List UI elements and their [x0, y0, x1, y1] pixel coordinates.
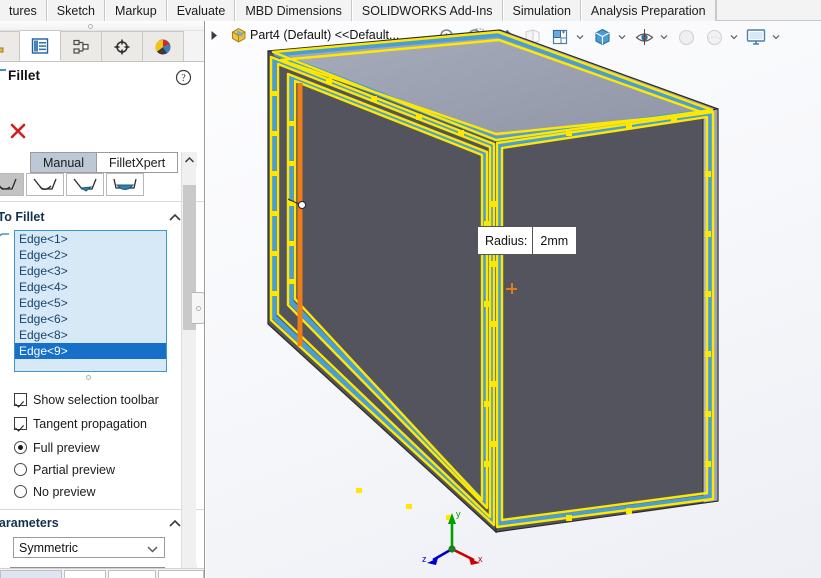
ribbon-tab-simulation[interactable]: Simulation [502, 0, 581, 21]
dimxpert-manager-tab[interactable] [102, 31, 143, 61]
ribbon-tab-markup[interactable]: Markup [105, 0, 167, 21]
chevron-up-icon[interactable] [168, 212, 182, 227]
property-list-icon [30, 36, 50, 56]
grip-dot-icon [88, 23, 93, 29]
fillet-parameters-section-header[interactable]: et Parameters [0, 516, 188, 534]
ribbon-tab-evaluate[interactable]: Evaluate [166, 0, 236, 21]
ribbon-tab-solidworks-add-ins[interactable]: SOLIDWORKS Add-Ins [351, 0, 503, 21]
ribbon-tab-filler [715, 0, 821, 20]
full-round-fillet-button[interactable] [106, 173, 144, 196]
list-item[interactable]: Edge<5> [15, 295, 166, 311]
list-resize-grip[interactable] [86, 375, 91, 380]
panel-splitter-handle[interactable] [192, 292, 204, 324]
radius-callout-value[interactable]: 2mm [532, 227, 576, 254]
solidworks-window: tures Sketch Markup Evaluate MBD Dimensi… [0, 0, 821, 578]
scrollbar-up-button[interactable] [182, 152, 197, 167]
display-manager-tab[interactable] [143, 31, 184, 61]
question-mark-icon[interactable]: ? [175, 69, 192, 89]
list-item[interactable]: Edge<6> [15, 311, 166, 327]
cancel-button[interactable] [8, 121, 28, 141]
property-manager-header: Fillet ? [0, 64, 204, 92]
configuration-icon [71, 37, 91, 57]
3d-model-preview[interactable] [206, 21, 821, 578]
property-manager-panel: Fillet ? Manual FilletXpert o Fillet Edg… [0, 21, 205, 578]
doc-tab-motion-study[interactable] [108, 570, 156, 578]
section-divider [0, 509, 204, 510]
chevron-down-icon[interactable] [146, 543, 159, 557]
list-item[interactable]: Edge<3> [15, 263, 166, 279]
fillet-mode-toggle: Manual FilletXpert [30, 152, 179, 173]
items-to-fillet-section-header[interactable]: ms To Fillet [0, 210, 188, 228]
manual-mode-button[interactable]: Manual [31, 153, 96, 172]
list-item[interactable]: Edge<4> [15, 279, 166, 295]
list-item[interactable]: Edge<2> [15, 247, 166, 263]
variable-size-fillet-button[interactable] [26, 173, 64, 196]
list-item-selected[interactable]: Edge<9> [15, 343, 166, 359]
crosshair-target-icon [112, 37, 132, 57]
graphics-viewport[interactable]: Part4 (Default) <<Default... Radius: 2mm… [206, 21, 821, 578]
ribbon-tab-analysis-preparation[interactable]: Analysis Preparation [580, 0, 716, 21]
property-manager-tab[interactable] [20, 30, 61, 61]
radius-callout-label: Radius: [485, 233, 528, 248]
chevron-up-icon[interactable] [168, 518, 182, 533]
full-preview-radio[interactable]: Full preview [14, 439, 100, 456]
no-preview-label: No preview [33, 484, 96, 499]
partial-preview-label: Partial preview [33, 462, 115, 477]
page-title: Fillet [8, 68, 41, 83]
fillet-parameters-label: et Parameters [0, 516, 59, 530]
filletxpert-mode-button[interactable]: FilletXpert [96, 153, 178, 172]
manager-tab-strip [0, 30, 204, 62]
pm-action-row [0, 121, 204, 145]
document-tab-strip [0, 568, 204, 578]
fillet-profile-select[interactable]: Symmetric [13, 537, 165, 558]
list-item[interactable]: Edge<1> [15, 231, 166, 247]
color-wheel-icon [153, 37, 173, 57]
tangent-propagation-checkbox[interactable]: Tangent propagation [14, 415, 147, 432]
svg-text:?: ? [181, 73, 186, 84]
constant-size-fillet-button[interactable] [0, 173, 24, 196]
orientation-triad: y x z [422, 509, 483, 565]
doc-tab-extra[interactable] [158, 570, 204, 578]
property-manager-scrollbar[interactable] [181, 152, 197, 578]
ribbon-tab-features[interactable]: tures [0, 0, 47, 21]
partial-preview-radio[interactable]: Partial preview [14, 461, 115, 478]
items-to-fillet-label: ms To Fillet [0, 210, 45, 224]
radio-selected-icon [14, 441, 27, 454]
add-fillet-plus-marker[interactable] [506, 283, 517, 294]
ribbon-tab-sketch[interactable]: Sketch [46, 0, 106, 21]
face-fillet-button[interactable] [66, 173, 104, 196]
items-to-fillet-listbox[interactable]: Edge<1> Edge<2> Edge<3> Edge<4> Edge<5> … [14, 230, 167, 372]
radio-unselected-icon [14, 485, 27, 498]
ribbon-tab-mbd-dimensions[interactable]: MBD Dimensions [235, 0, 352, 21]
checkbox-checked-icon [14, 393, 27, 406]
ribbon-tab-bar: tures Sketch Markup Evaluate MBD Dimensi… [0, 0, 821, 21]
svg-text:x: x [478, 554, 483, 564]
radio-unselected-icon [14, 463, 27, 476]
edge-selection-icon [0, 233, 12, 252]
configuration-manager-tab[interactable] [61, 31, 102, 61]
full-preview-label: Full preview [33, 440, 100, 455]
doc-tab-model[interactable] [0, 570, 62, 578]
no-preview-radio[interactable]: No preview [14, 483, 96, 500]
fillet-type-button-group [0, 173, 146, 197]
section-divider [0, 201, 204, 202]
radius-callout[interactable]: Radius: 2mm [477, 226, 578, 255]
show-selection-toolbar-checkbox[interactable]: Show selection toolbar [14, 391, 159, 408]
feature-manager-tree-tab[interactable] [0, 31, 20, 61]
tree-icon [0, 37, 8, 56]
show-selection-toolbar-label: Show selection toolbar [33, 392, 159, 407]
svg-text:y: y [456, 509, 461, 519]
splitter-dot-icon [195, 305, 201, 311]
fillet-profile-value: Symmetric [19, 540, 79, 555]
tangent-propagation-label: Tangent propagation [33, 416, 147, 431]
doc-tab-3d-views[interactable] [64, 570, 106, 578]
svg-text:z: z [422, 554, 427, 564]
list-item[interactable]: Edge<8> [15, 327, 166, 343]
checkbox-checked-icon [14, 417, 27, 430]
